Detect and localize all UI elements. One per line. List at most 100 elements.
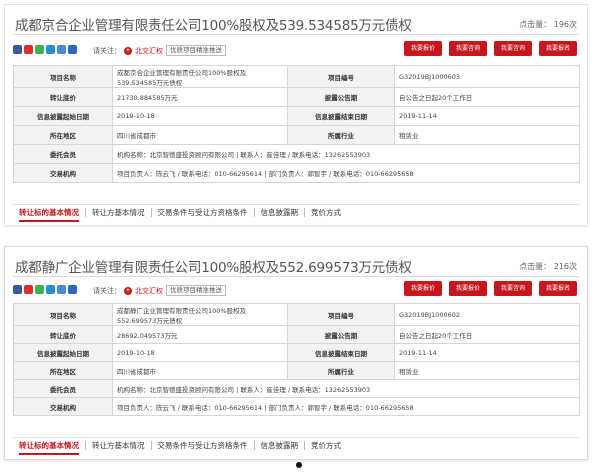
- cell-label: 披露公告期: [287, 325, 395, 344]
- follow-label: 请关注：: [93, 46, 121, 55]
- table-row: 所在地区 四川省成都市 所属行业 租赁业: [13, 125, 580, 145]
- listing-header: 成都静广企业管理有限责任公司100%股权及552.699573万元债权 点击量：…: [13, 253, 579, 277]
- tab-transferor-info[interactable]: 转让方基本情况: [86, 438, 151, 454]
- table-row: 委托会员 机构名称：北京智德盛投资顾问有限公司 | 联系人：崔佳理 / 联系电话…: [13, 379, 580, 398]
- cell-label: 转让底价: [13, 87, 113, 107]
- cell-value: 四川省成都市: [112, 125, 288, 145]
- cell-label: 所在地区: [13, 361, 113, 380]
- renren-icon[interactable]: [68, 45, 77, 54]
- tab-bidding[interactable]: 竞价方式: [305, 438, 347, 454]
- info-table: 项目名称 成都静广企业管理有限责任公司100%股权及 552.699573万元债…: [13, 303, 580, 416]
- bid-button-2[interactable]: 我要报价: [449, 281, 487, 296]
- register-button[interactable]: 我要报名: [539, 41, 577, 56]
- tencent-weibo-icon[interactable]: [46, 285, 55, 294]
- cell-value: 自公告之日起20个工作日: [394, 87, 580, 107]
- table-row: 委托会员 机构名称：北京智德盛投资顾问有限公司 | 联系人：崔佳理 / 联系电话…: [13, 144, 580, 164]
- view-count: 点击量： 216次: [519, 262, 577, 271]
- cell-value: 28692.049573万元: [112, 325, 288, 344]
- table-row: 交易机构 项目负责人：陈云飞 / 联系电话：010-66295614 | 部门负…: [13, 163, 580, 183]
- cell-value: 2019-10-18: [112, 106, 288, 126]
- cell-value: 项目负责人：陈云飞 / 联系电话：010-66295614 | 部门负责人：郭智…: [112, 163, 580, 183]
- action-buttons: 我要报价 我要报价 我要咨询 我要报名: [404, 281, 577, 296]
- email-icon[interactable]: [57, 45, 66, 54]
- table-row: 项目名称 成都京合企业管理有限责任公司100%股权及539.534585万元债权…: [13, 65, 580, 88]
- cell-label: 交易机构: [13, 163, 113, 183]
- renren-icon[interactable]: [68, 285, 77, 294]
- cell-label: 所在地区: [13, 125, 113, 145]
- tab-target-info[interactable]: 转让标的基本情况: [13, 438, 85, 455]
- tencent-weibo-icon[interactable]: [46, 45, 55, 54]
- bullet-dot: [296, 462, 302, 468]
- weibo-icon[interactable]: [13, 285, 22, 294]
- follow-button[interactable]: 北交汇权: [135, 46, 163, 56]
- listing-header: 成都京合企业管理有限责任公司100%股权及539.534585万元债权 点击量：…: [13, 11, 579, 35]
- bid-button[interactable]: 我要报价: [404, 41, 442, 56]
- tab-target-info[interactable]: 转让标的基本情况: [13, 205, 85, 222]
- plus-icon[interactable]: +: [124, 286, 132, 295]
- cell-value: 2019-11-14: [394, 343, 580, 362]
- qzone-icon[interactable]: [24, 45, 33, 54]
- plus-icon[interactable]: +: [124, 46, 132, 55]
- email-icon[interactable]: [57, 285, 66, 294]
- table-row: 信息披露起始日期 2019-10-18 信息披露结束日期 2019-11-14: [13, 106, 580, 126]
- detail-tabs: 转让标的基本情况 转让方基本情况 交易条件与受让方资格条件 信息披露期 竞价方式: [13, 437, 579, 455]
- weibo-icon[interactable]: [13, 45, 22, 54]
- cell-label: 项目编号: [287, 303, 395, 326]
- register-button[interactable]: 我要报名: [539, 281, 577, 296]
- cell-label: 项目编号: [287, 65, 395, 88]
- promo-tag[interactable]: 优质项目精准推送: [166, 285, 226, 296]
- tab-disclosure[interactable]: 信息披露期: [255, 205, 305, 221]
- cell-value: 项目负责人：陈云飞 / 联系电话：010-66295614 | 部门负责人：郭智…: [112, 397, 580, 416]
- cell-value: 租赁业: [394, 125, 580, 145]
- view-count: 点击量： 196次: [519, 20, 577, 29]
- table-row: 信息披露起始日期 2019-10-18 信息披露结束日期 2019-11-14: [13, 343, 580, 362]
- wechat-icon[interactable]: [35, 45, 44, 54]
- table-row: 所在地区 四川省成都市 所属行业 租赁业: [13, 361, 580, 380]
- cell-value: 自公告之日起20个工作日: [394, 325, 580, 344]
- tab-disclosure[interactable]: 信息披露期: [255, 438, 305, 454]
- table-row: 项目名称 成都静广企业管理有限责任公司100%股权及 552.699573万元债…: [13, 303, 580, 326]
- tab-conditions[interactable]: 交易条件与受让方资格条件: [152, 438, 254, 454]
- tab-bidding[interactable]: 竞价方式: [305, 205, 347, 221]
- info-table: 项目名称 成都京合企业管理有限责任公司100%股权及539.534585万元债权…: [13, 65, 580, 183]
- share-icons: [13, 45, 77, 54]
- bid-button[interactable]: 我要报价: [404, 281, 442, 296]
- cell-label: 项目名称: [13, 303, 113, 326]
- cell-label: 所属行业: [287, 361, 395, 380]
- listing-panel-1: 成都京合企业管理有限责任公司100%股权及539.534585万元债权 点击量：…: [4, 4, 588, 226]
- cell-label: 转让底价: [13, 325, 113, 344]
- follow-label: 请关注：: [93, 286, 121, 295]
- detail-tabs: 转让标的基本情况 转让方基本情况 交易条件与受让方资格条件 信息披露期 竞价方式: [13, 204, 579, 222]
- listing-title: 成都静广企业管理有限责任公司100%股权及552.699573万元债权: [15, 260, 412, 276]
- cell-value: 2019-11-14: [394, 106, 580, 126]
- cell-value: 2019-10-18: [112, 343, 288, 362]
- tab-conditions[interactable]: 交易条件与受让方资格条件: [152, 205, 254, 221]
- action-buttons: 我要报价 我要咨询 我要咨询 我要报名: [404, 41, 577, 56]
- follow-group: 请关注： + 北交汇权 优质项目精准推送: [93, 285, 226, 296]
- cell-value: 租赁业: [394, 361, 580, 380]
- share-icons: [13, 285, 77, 294]
- cell-label: 信息披露结束日期: [287, 106, 395, 126]
- follow-group: 请关注： + 北交汇权 优质项目精准推送: [93, 45, 226, 56]
- cell-value: 四川省成都市: [112, 361, 288, 380]
- table-row: 转让底价 21730.884585万元 披露公告期 自公告之日起20个工作日: [13, 87, 580, 107]
- tab-transferor-info[interactable]: 转让方基本情况: [86, 205, 151, 221]
- promo-tag[interactable]: 优质项目精准推送: [166, 45, 226, 56]
- listing-panel-2: 成都静广企业管理有限责任公司100%股权及552.699573万元债权 点击量：…: [4, 246, 588, 460]
- table-row: 转让底价 28692.049573万元 披露公告期 自公告之日起20个工作日: [13, 325, 580, 344]
- consult-button[interactable]: 我要咨询: [449, 41, 487, 56]
- cell-label: 信息披露结束日期: [287, 343, 395, 362]
- consult-button[interactable]: 我要咨询: [494, 281, 532, 296]
- cell-value: 机构名称：北京智德盛投资顾问有限公司 | 联系人：崔佳理 / 联系电话：1326…: [112, 144, 580, 164]
- qzone-icon[interactable]: [24, 285, 33, 294]
- cell-value: G32019BJ1000603: [394, 65, 580, 88]
- consult-button-2[interactable]: 我要咨询: [494, 41, 532, 56]
- listing-title: 成都京合企业管理有限责任公司100%股权及539.534585万元债权: [15, 18, 412, 34]
- wechat-icon[interactable]: [35, 285, 44, 294]
- follow-button[interactable]: 北交汇权: [135, 286, 163, 296]
- cell-label: 委托会员: [13, 379, 113, 398]
- cell-label: 交易机构: [13, 397, 113, 416]
- cell-label: 项目名称: [13, 65, 113, 88]
- cell-label: 所属行业: [287, 125, 395, 145]
- cell-label: 委托会员: [13, 144, 113, 164]
